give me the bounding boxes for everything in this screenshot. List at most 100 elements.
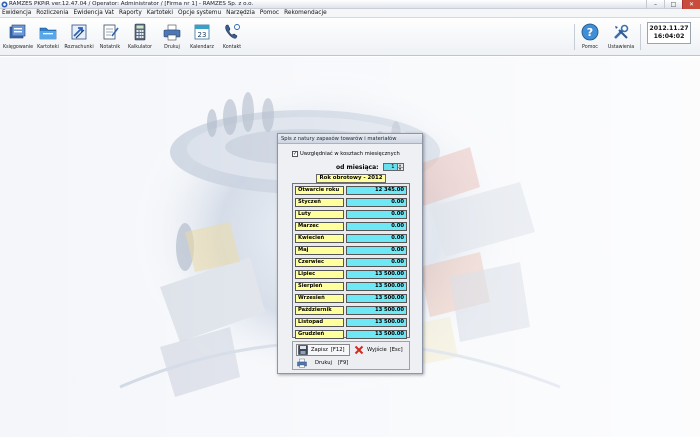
toolbar-label: Kartoteki [37,45,59,50]
month-label: Styczeń [295,198,344,207]
month-value-field[interactable]: 0.00 [346,234,407,243]
settings-tools-icon [614,24,629,39]
toolbar-kalkulator-button[interactable]: Kalkulator [126,21,154,54]
toolbar-label: Drukuj [164,45,180,50]
table-row: Kwiecień 0.00 [294,234,409,243]
time-text: 16:04:02 [653,33,685,40]
menu-bar: Ewidencja Rozliczenia Ewidencja Vat Raporty… [0,9,700,18]
month-value-field[interactable]: 0.00 [346,198,407,207]
toolbar-kartoteki-button[interactable]: Kartoteki [36,21,60,54]
month-value-field[interactable]: 13 500.00 [346,294,407,303]
toolbar-kontakt-button[interactable]: Kontakt [220,21,244,54]
month-value-field[interactable]: 12 345.00 [346,186,407,195]
month-value-field[interactable]: 13 500.00 [346,318,407,327]
close-button[interactable]: ✕ [682,0,700,9]
close-x-icon [354,345,364,355]
ledger-icon [9,24,26,39]
save-shortcut: [F12] [330,347,345,353]
exit-button-label: Wyjście [367,347,387,353]
month-label: Otwarcie roku [295,186,344,195]
toolbar: Księgowanie Kartoteki Rozrachunki Notatn… [0,18,700,56]
toolbar-pomoc-button[interactable]: ? Pomoc [578,21,602,54]
monthly-values-grid: Otwarcie roku 12 345.00 Styczeń 0.00 Luty 0… [292,183,410,339]
month-value-field[interactable]: 13 500.00 [346,306,407,315]
table-row: Sierpień 13 500.00 [294,282,409,291]
month-value-field[interactable]: 13 500.00 [346,270,407,279]
month-value-field[interactable]: 13 500.00 [346,330,407,339]
toolbar-label: Kalkulator [127,45,153,50]
table-row: Otwarcie roku 12 345.00 [294,186,409,195]
start-month-input[interactable]: 1 [382,163,398,171]
toolbar-label: Notatnik [99,45,121,50]
start-month-spinner[interactable]: ▲ ▼ [397,163,404,171]
include-costs-checkbox-row[interactable]: ✓ Uwzględniać w kosztach miesięcznych [292,151,400,157]
toolbar-label: Kontakt [222,45,242,50]
toolbar-label: Ustawienia [607,45,635,50]
month-label: Lipiec [295,270,344,279]
menu-ewidencja[interactable]: Ewidencja [0,9,34,16]
toolbar-ustawienia-button[interactable]: Ustawienia [606,21,636,54]
floppy-disk-icon [298,345,308,355]
table-row: Czerwiec 0.00 [294,258,409,267]
menu-pomoc[interactable]: Pomoc [258,9,282,16]
table-row: Luty 0.00 [294,210,409,219]
toolbar-kalendarz-button[interactable]: 23 Kalendarz [188,21,216,54]
month-value-field[interactable]: 0.00 [346,222,407,231]
transfer-arrows-icon [71,24,87,40]
month-value-field[interactable]: 0.00 [346,258,407,267]
toolbar-label: Pomoc [582,45,598,50]
menu-narzedzia[interactable]: Narzędzia [224,9,258,16]
exit-shortcut: [Esc] [389,347,403,353]
calendar-day-number: 23 [198,31,207,39]
table-row: Marzec 0.00 [294,222,409,231]
start-month-label: od miesiąca: [336,163,379,171]
minimize-button[interactable]: – [646,0,664,9]
date-text: 2012.11.27 [649,25,689,32]
menu-rekomendacje[interactable]: Rekomendacje [282,9,330,16]
exit-button[interactable]: Wyjście [Esc] [353,344,407,356]
month-value-field[interactable]: 13 500.00 [346,282,407,291]
print-shortcut: [F9] [338,360,349,366]
menu-kartoteki[interactable]: Kartoteki [145,9,176,16]
save-button[interactable]: Zapisz [F12] [296,344,350,356]
calendar-icon: 23 [194,24,210,40]
print-button-label: Drukuj [315,360,332,366]
toolbar-drukuj-button[interactable]: Drukuj [160,21,184,54]
month-value-field[interactable]: 0.00 [346,210,407,219]
toolbar-rozrachunki-button[interactable]: Rozrachunki [64,21,94,54]
include-costs-label: Uwzględniać w kosztach miesięcznych [300,151,400,157]
menu-opcje-systemu[interactable]: Opcje systemu [176,9,224,16]
app-logo-icon [1,1,8,8]
month-label: Luty [295,210,344,219]
start-month-row: od miesiąca: 1 ▲ ▼ [336,163,404,171]
save-button-label: Zapisz [311,347,328,353]
toolbar-ksiegowanie-button[interactable]: Księgowanie [3,21,33,54]
month-label: Grudzień [295,330,344,339]
phone-icon [225,24,240,39]
toolbar-label: Rozrachunki [64,45,94,50]
menu-ewidencja-vat[interactable]: Ewidencja Vat [72,9,117,16]
datetime-display: 2012.11.27 16:04:02 [647,22,691,44]
toolbar-separator [574,24,575,50]
month-label: Marzec [295,222,344,231]
folders-icon [39,27,57,40]
print-button[interactable]: Drukuj [F9] [296,357,350,369]
month-label: Kwiecień [295,234,344,243]
month-label: Październik [295,306,344,315]
fiscal-year-header: Rok obrotowy - 2012 [316,174,386,183]
table-row: Styczeń 0.00 [294,198,409,207]
toolbar-notatnik-button[interactable]: Notatnik [98,21,122,54]
menu-rozliczenia[interactable]: Rozliczenia [34,9,71,16]
dialog-title: Spis z natury zapasów towarów i materiał… [278,134,422,144]
maximize-button[interactable]: □ [664,0,682,9]
calculator-icon [134,23,146,41]
printer-icon [297,358,307,368]
include-costs-checkbox[interactable]: ✓ [292,151,298,157]
month-value-field[interactable]: 0.00 [346,246,407,255]
table-row: Październik 13 500.00 [294,306,409,315]
toolbar-label: Kalendarz [190,45,214,50]
inventory-dialog: Spis z natury zapasów towarów i materiał… [277,133,423,374]
menu-raporty[interactable]: Raporty [117,9,145,16]
table-row: Grudzień 13 500.00 [294,330,409,339]
spinner-down-icon[interactable]: ▼ [397,167,403,171]
